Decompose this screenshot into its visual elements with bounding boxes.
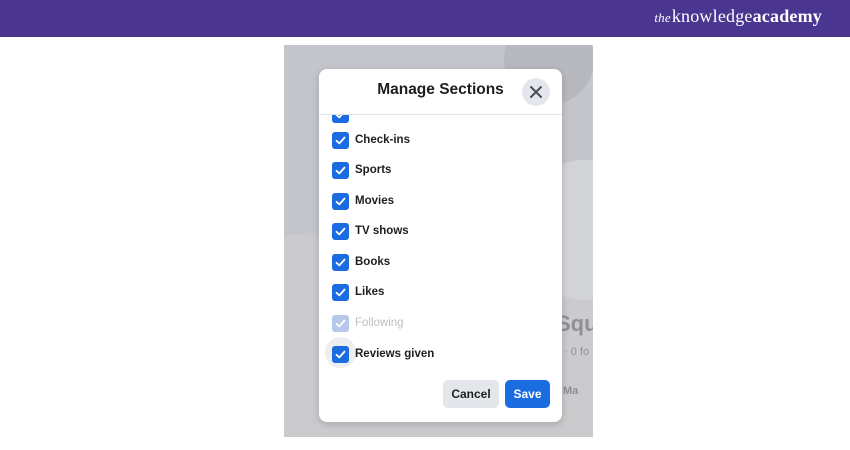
manage-sections-dialog: Manage Sections Check-ins Sports Movies … <box>319 69 562 422</box>
section-item-reviews-given[interactable]: Reviews given <box>332 343 434 365</box>
brand-header-bar: theknowledgeacademy <box>0 0 850 37</box>
section-item-sports[interactable]: Sports <box>332 159 391 181</box>
section-item-following: Following <box>332 312 404 334</box>
section-checkbox[interactable] <box>332 115 349 123</box>
checkmark-icon <box>335 350 346 358</box>
section-checkbox[interactable] <box>332 345 349 363</box>
section-item-movies[interactable]: Movies <box>332 190 394 212</box>
save-button[interactable]: Save <box>505 380 550 408</box>
section-item-likes[interactable]: Likes <box>332 281 384 303</box>
checkmark-icon <box>335 288 346 296</box>
profile-action-partial: Ma <box>563 385 579 397</box>
section-checkbox[interactable] <box>332 222 349 240</box>
section-label: Following <box>355 317 404 329</box>
brand-name-bold: academy <box>752 6 822 26</box>
section-checkbox[interactable] <box>332 253 349 271</box>
section-item-hidden[interactable] <box>332 115 355 125</box>
checkmark-icon <box>335 166 346 174</box>
section-item-check-ins[interactable]: Check-ins <box>332 129 410 151</box>
profile-stats-partial: · 0 fo <box>564 346 590 358</box>
section-checkbox[interactable] <box>332 283 349 301</box>
section-label: Sports <box>355 164 392 176</box>
section-label: TV shows <box>355 225 409 237</box>
checkmark-icon <box>335 227 346 235</box>
section-checkbox[interactable] <box>332 192 349 210</box>
section-checkbox-disabled <box>332 314 349 332</box>
section-item-tv-shows[interactable]: TV shows <box>332 220 409 242</box>
brand-name-regular: knowledge <box>671 6 753 26</box>
section-label: Likes <box>355 286 385 298</box>
brand-prefix: the <box>654 10 671 25</box>
checkmark-icon <box>335 197 346 205</box>
checkmark-icon <box>335 115 343 118</box>
section-label: Check-ins <box>355 134 410 146</box>
close-icon <box>530 86 542 98</box>
section-label: Reviews given <box>355 348 435 360</box>
checkmark-icon <box>335 258 346 266</box>
section-item-books[interactable]: Books <box>332 251 390 273</box>
section-label: Books <box>355 256 391 268</box>
cancel-button[interactable]: Cancel <box>443 380 499 408</box>
sections-list: Check-ins Sports Movies TV shows Books L… <box>319 115 562 365</box>
checkmark-icon <box>335 319 346 327</box>
section-checkbox[interactable] <box>332 161 349 179</box>
close-button[interactable] <box>522 78 550 106</box>
checkmark-icon <box>335 136 346 144</box>
section-checkbox[interactable] <box>332 131 349 149</box>
brand-logo: theknowledgeacademy <box>654 6 822 27</box>
section-label: Movies <box>355 195 394 207</box>
